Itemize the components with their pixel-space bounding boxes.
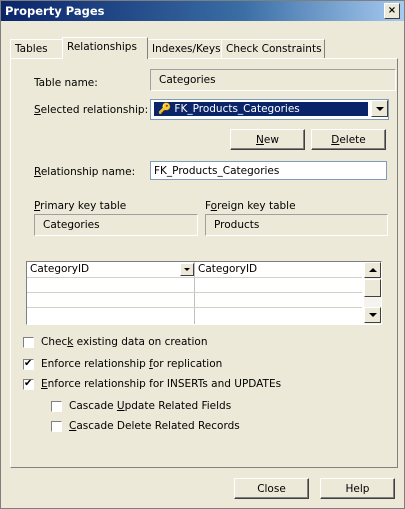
window-title: Property Pages <box>5 4 105 18</box>
enforce-inserts-label[interactable]: Enforce relationship for INSERTs and UPD… <box>41 378 281 390</box>
cascade-update-checkbox[interactable] <box>51 401 62 412</box>
selected-relationship-value: 🔑 FK_Products_Categories <box>154 102 368 116</box>
key-icon: 🔑 <box>158 103 172 115</box>
grid-scrollbar[interactable] <box>364 262 381 324</box>
new-button[interactable]: New <box>230 129 305 150</box>
selected-relationship-label: Selected relationship: <box>34 104 149 116</box>
relationship-name-label: Relationship name: <box>34 166 136 178</box>
chevron-down-icon[interactable] <box>180 263 194 276</box>
grid-row-divider <box>27 277 362 278</box>
close-button[interactable]: Close <box>234 478 309 499</box>
tab-check-constraints[interactable]: Check Constraints <box>221 39 325 58</box>
grid-row-divider <box>27 292 362 293</box>
title-bar[interactable]: Property Pages × <box>1 1 404 21</box>
tab-indexes-keys[interactable]: Indexes/Keys <box>147 39 223 58</box>
scroll-down-icon[interactable] <box>364 307 381 323</box>
enforce-inserts-checkbox[interactable] <box>23 377 34 391</box>
scroll-up-icon[interactable] <box>364 262 381 278</box>
help-button[interactable]: Help <box>320 478 395 499</box>
grid-cell-foreign[interactable]: CategoryID <box>198 262 257 277</box>
foreign-key-table-value: Products <box>205 214 388 236</box>
primary-key-table-label: Primary key table <box>34 200 127 212</box>
tab-relationships[interactable]: Relationships <box>62 37 148 59</box>
scroll-thumb[interactable] <box>364 279 381 297</box>
table-name-label: Table name: <box>34 77 98 89</box>
cascade-update-label[interactable]: Cascade Update Related Fields <box>69 400 231 412</box>
enforce-replication-label[interactable]: Enforce relationship for replication <box>41 358 222 370</box>
cascade-delete-checkbox[interactable] <box>51 421 62 432</box>
selected-relationship-combo[interactable]: 🔑 FK_Products_Categories <box>150 99 389 120</box>
foreign-key-table-label: Foreign key table <box>205 200 296 212</box>
relationship-name-input[interactable]: FK_Products_Categories <box>150 161 387 180</box>
enforce-replication-checkbox[interactable] <box>23 357 34 371</box>
key-columns-grid[interactable]: CategoryID CategoryID <box>26 261 382 325</box>
property-pages-window: Property Pages × Tables Relationships In… <box>0 0 405 509</box>
primary-key-table-value: Categories <box>34 214 198 236</box>
cascade-delete-label[interactable]: Cascade Delete Related Records <box>69 420 240 432</box>
close-icon[interactable]: × <box>384 3 400 19</box>
tab-tables[interactable]: Tables <box>10 39 63 58</box>
table-name-value: Categories <box>150 69 396 91</box>
grid-cell-primary[interactable]: CategoryID <box>30 262 89 277</box>
grid-row-divider <box>27 307 362 308</box>
chevron-down-icon[interactable] <box>371 100 388 117</box>
delete-button[interactable]: Delete <box>311 129 386 150</box>
check-existing-checkbox[interactable] <box>23 337 34 348</box>
check-existing-label[interactable]: Check existing data on creation <box>41 336 208 348</box>
